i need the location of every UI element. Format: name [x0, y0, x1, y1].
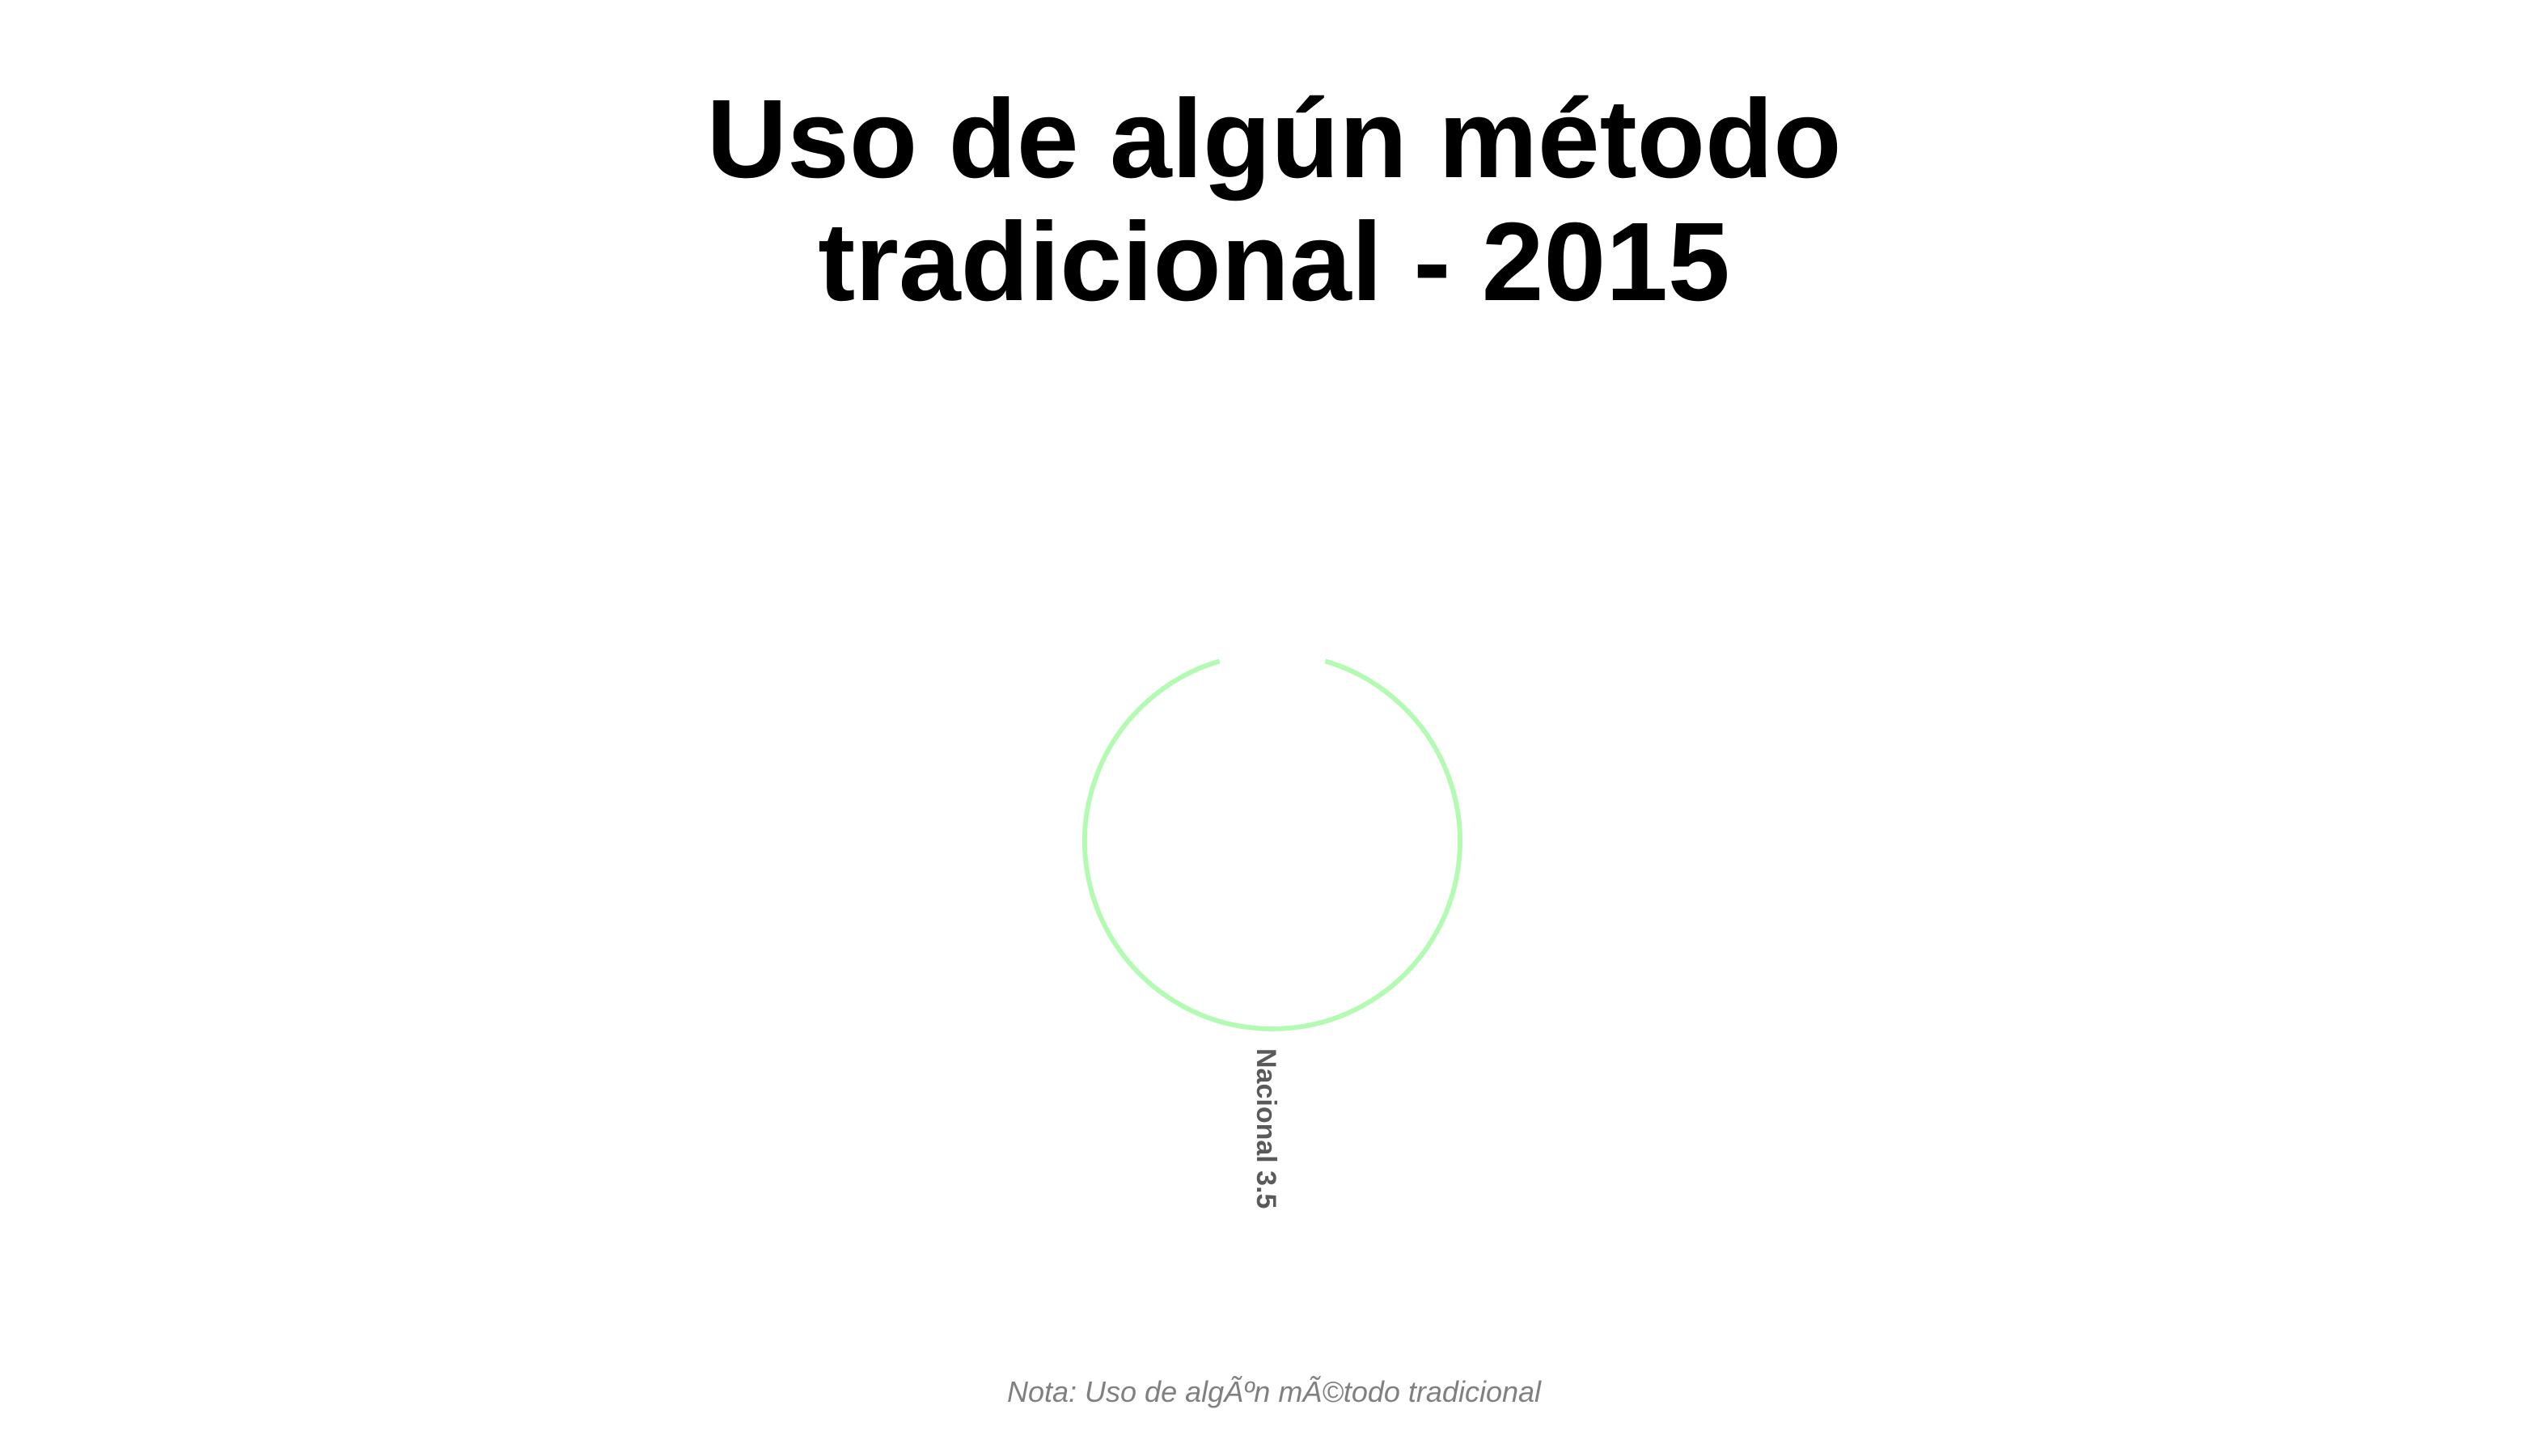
- bars-layer: [1082, 658, 1462, 1031]
- bar-label-nacional: Nacional 3.5: [1251, 1048, 1281, 1208]
- polar-bar-chart: Nacional 3.5: [1082, 658, 1462, 1208]
- bar-labels-layer: Nacional 3.5: [1251, 1048, 1281, 1208]
- bar-nacional: [1082, 658, 1462, 1031]
- chart-caption: Nota: Uso de algÃºn mÃ©todo tradicional: [1006, 1375, 1542, 1408]
